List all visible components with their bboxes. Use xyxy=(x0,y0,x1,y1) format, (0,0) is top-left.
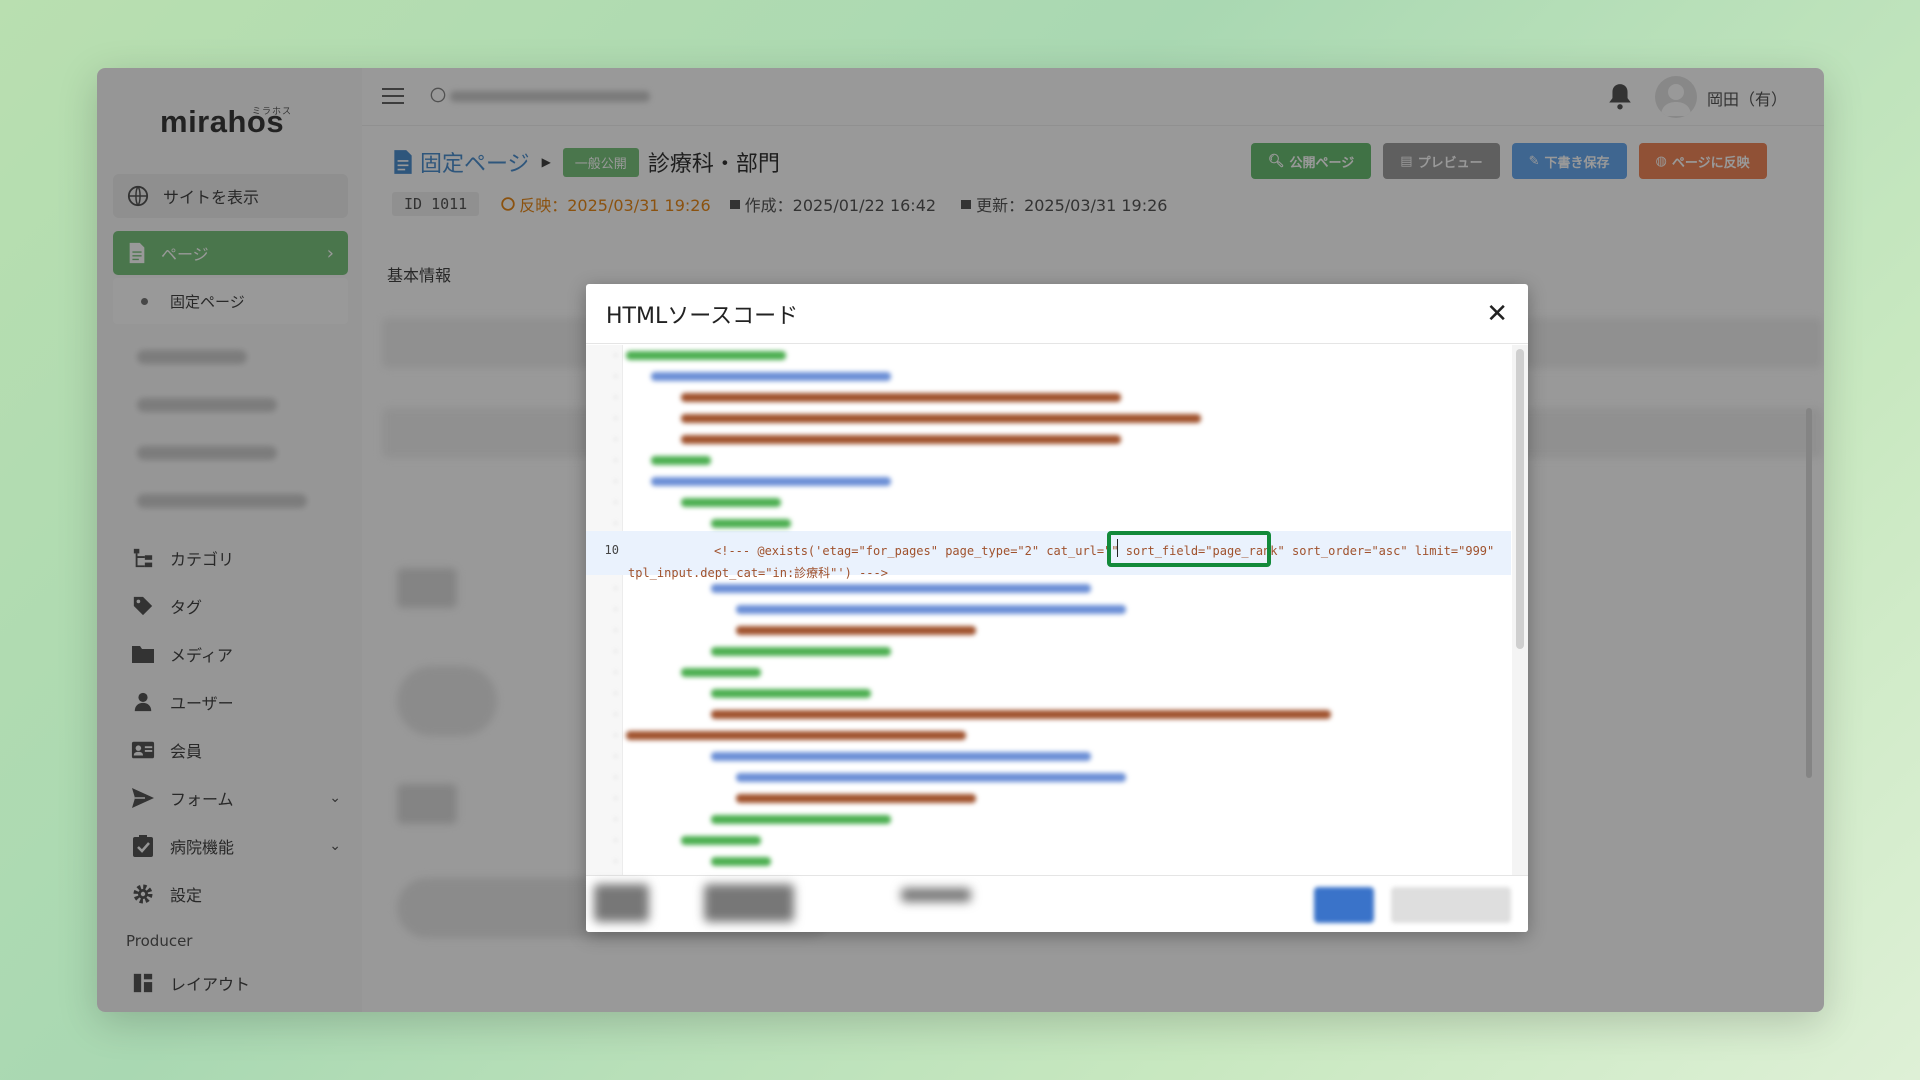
blurred-line-number: · xyxy=(612,771,619,784)
blurred-code xyxy=(681,414,1201,423)
line-number: 10 xyxy=(604,543,619,557)
blurred-footer-text xyxy=(594,884,649,922)
app-window: mirahos ミラホス サイトを表示 ページ › 固定ページ カテゴリ タグ xyxy=(97,68,1824,1012)
blurred-code xyxy=(711,584,1091,593)
blurred-code xyxy=(626,731,966,740)
code-line[interactable]: tpl_input.dept_cat="in:診療科"') ---> xyxy=(628,564,888,581)
blurred-line-number: · xyxy=(612,412,619,425)
blurred-code xyxy=(736,773,1126,782)
code-line: · xyxy=(586,704,1511,725)
blurred-line-number: · xyxy=(612,582,619,595)
blurred-code xyxy=(681,435,1121,444)
code-line: · xyxy=(586,578,1511,599)
blurred-code xyxy=(626,351,786,360)
blurred-line-number: · xyxy=(612,813,619,826)
code-editor[interactable]: · · · · · · · · · · · · · · · · · · · · · · · 10 <!--- @exists… xyxy=(586,345,1528,875)
blurred-footer-text xyxy=(704,884,794,922)
blurred-line-number: · xyxy=(612,687,619,700)
blurred-line-number: · xyxy=(612,666,619,679)
close-icon[interactable]: ✕ xyxy=(1486,299,1508,329)
blurred-footer-text xyxy=(901,888,971,902)
blurred-code xyxy=(651,372,891,381)
code-line: · xyxy=(586,683,1511,704)
blurred-code xyxy=(681,498,781,507)
blurred-line-number: · xyxy=(612,729,619,742)
blurred-line-number: · xyxy=(612,433,619,446)
blurred-code xyxy=(681,668,761,677)
blurred-code xyxy=(736,794,976,803)
code-line: · xyxy=(586,746,1511,767)
blurred-code xyxy=(681,393,1121,402)
blurred-code xyxy=(681,836,761,845)
code-line: · xyxy=(586,788,1511,809)
blurred-code xyxy=(651,456,711,465)
code-line: · xyxy=(586,429,1511,450)
blurred-line-number: · xyxy=(612,834,619,847)
code-line: · xyxy=(586,366,1511,387)
blurred-code xyxy=(651,477,891,486)
blurred-code xyxy=(736,605,1126,614)
blurred-line-number: · xyxy=(612,855,619,868)
blurred-code xyxy=(711,647,891,656)
blurred-line-number: · xyxy=(612,708,619,721)
code-line: · xyxy=(586,641,1511,662)
blurred-code xyxy=(711,710,1331,719)
code-line: · xyxy=(586,471,1511,492)
code-line: · xyxy=(586,767,1511,788)
html-source-modal: HTMLソースコード ✕ · · · · · · · · · · · · · · · · · · · · · · · 10 … xyxy=(586,284,1528,932)
modal-footer xyxy=(586,875,1528,932)
code-line: · xyxy=(586,450,1511,471)
cancel-button[interactable] xyxy=(1391,887,1511,923)
blurred-line-number: · xyxy=(612,645,619,658)
blurred-code xyxy=(711,519,791,528)
blurred-code xyxy=(711,752,1091,761)
code-line: · xyxy=(586,513,1511,534)
blurred-line-number: · xyxy=(612,475,619,488)
blurred-line-number: · xyxy=(612,391,619,404)
blurred-line-number: · xyxy=(612,624,619,637)
blurred-line-number: · xyxy=(612,496,619,509)
code-line: · xyxy=(586,599,1511,620)
code-line: · xyxy=(586,830,1511,851)
highlight-box xyxy=(1107,531,1271,567)
code-line: · xyxy=(586,345,1511,366)
blurred-line-number: · xyxy=(612,603,619,616)
code-line: · xyxy=(586,851,1511,872)
blurred-code xyxy=(711,815,891,824)
blurred-code-lines: · · · · · · · · · · · · · · · · · · · · · · · xyxy=(586,345,1511,872)
blurred-code xyxy=(711,857,771,866)
blurred-line-number: · xyxy=(612,517,619,530)
modal-header: HTMLソースコード ✕ xyxy=(586,284,1528,344)
editor-scrollbar[interactable] xyxy=(1512,345,1528,875)
text-cursor xyxy=(1117,539,1118,557)
code-line[interactable]: <!--- @exists('etag="for_pages" page_typ… xyxy=(714,544,1494,558)
code-line: · xyxy=(586,387,1511,408)
blurred-line-number: · xyxy=(612,792,619,805)
modal-title: HTMLソースコード xyxy=(606,303,799,329)
code-line: · xyxy=(586,725,1511,746)
code-line: · xyxy=(586,809,1511,830)
code-line: · xyxy=(586,492,1511,513)
code-line: · xyxy=(586,662,1511,683)
ok-button[interactable] xyxy=(1314,887,1374,923)
blurred-code xyxy=(736,626,976,635)
blurred-code xyxy=(711,689,871,698)
code-line: · xyxy=(586,408,1511,429)
blurred-line-number: · xyxy=(612,349,619,362)
blurred-line-number: · xyxy=(612,454,619,467)
blurred-line-number: · xyxy=(612,370,619,383)
scroll-thumb[interactable] xyxy=(1516,349,1524,649)
code-line: · xyxy=(586,620,1511,641)
blurred-line-number: · xyxy=(612,750,619,763)
